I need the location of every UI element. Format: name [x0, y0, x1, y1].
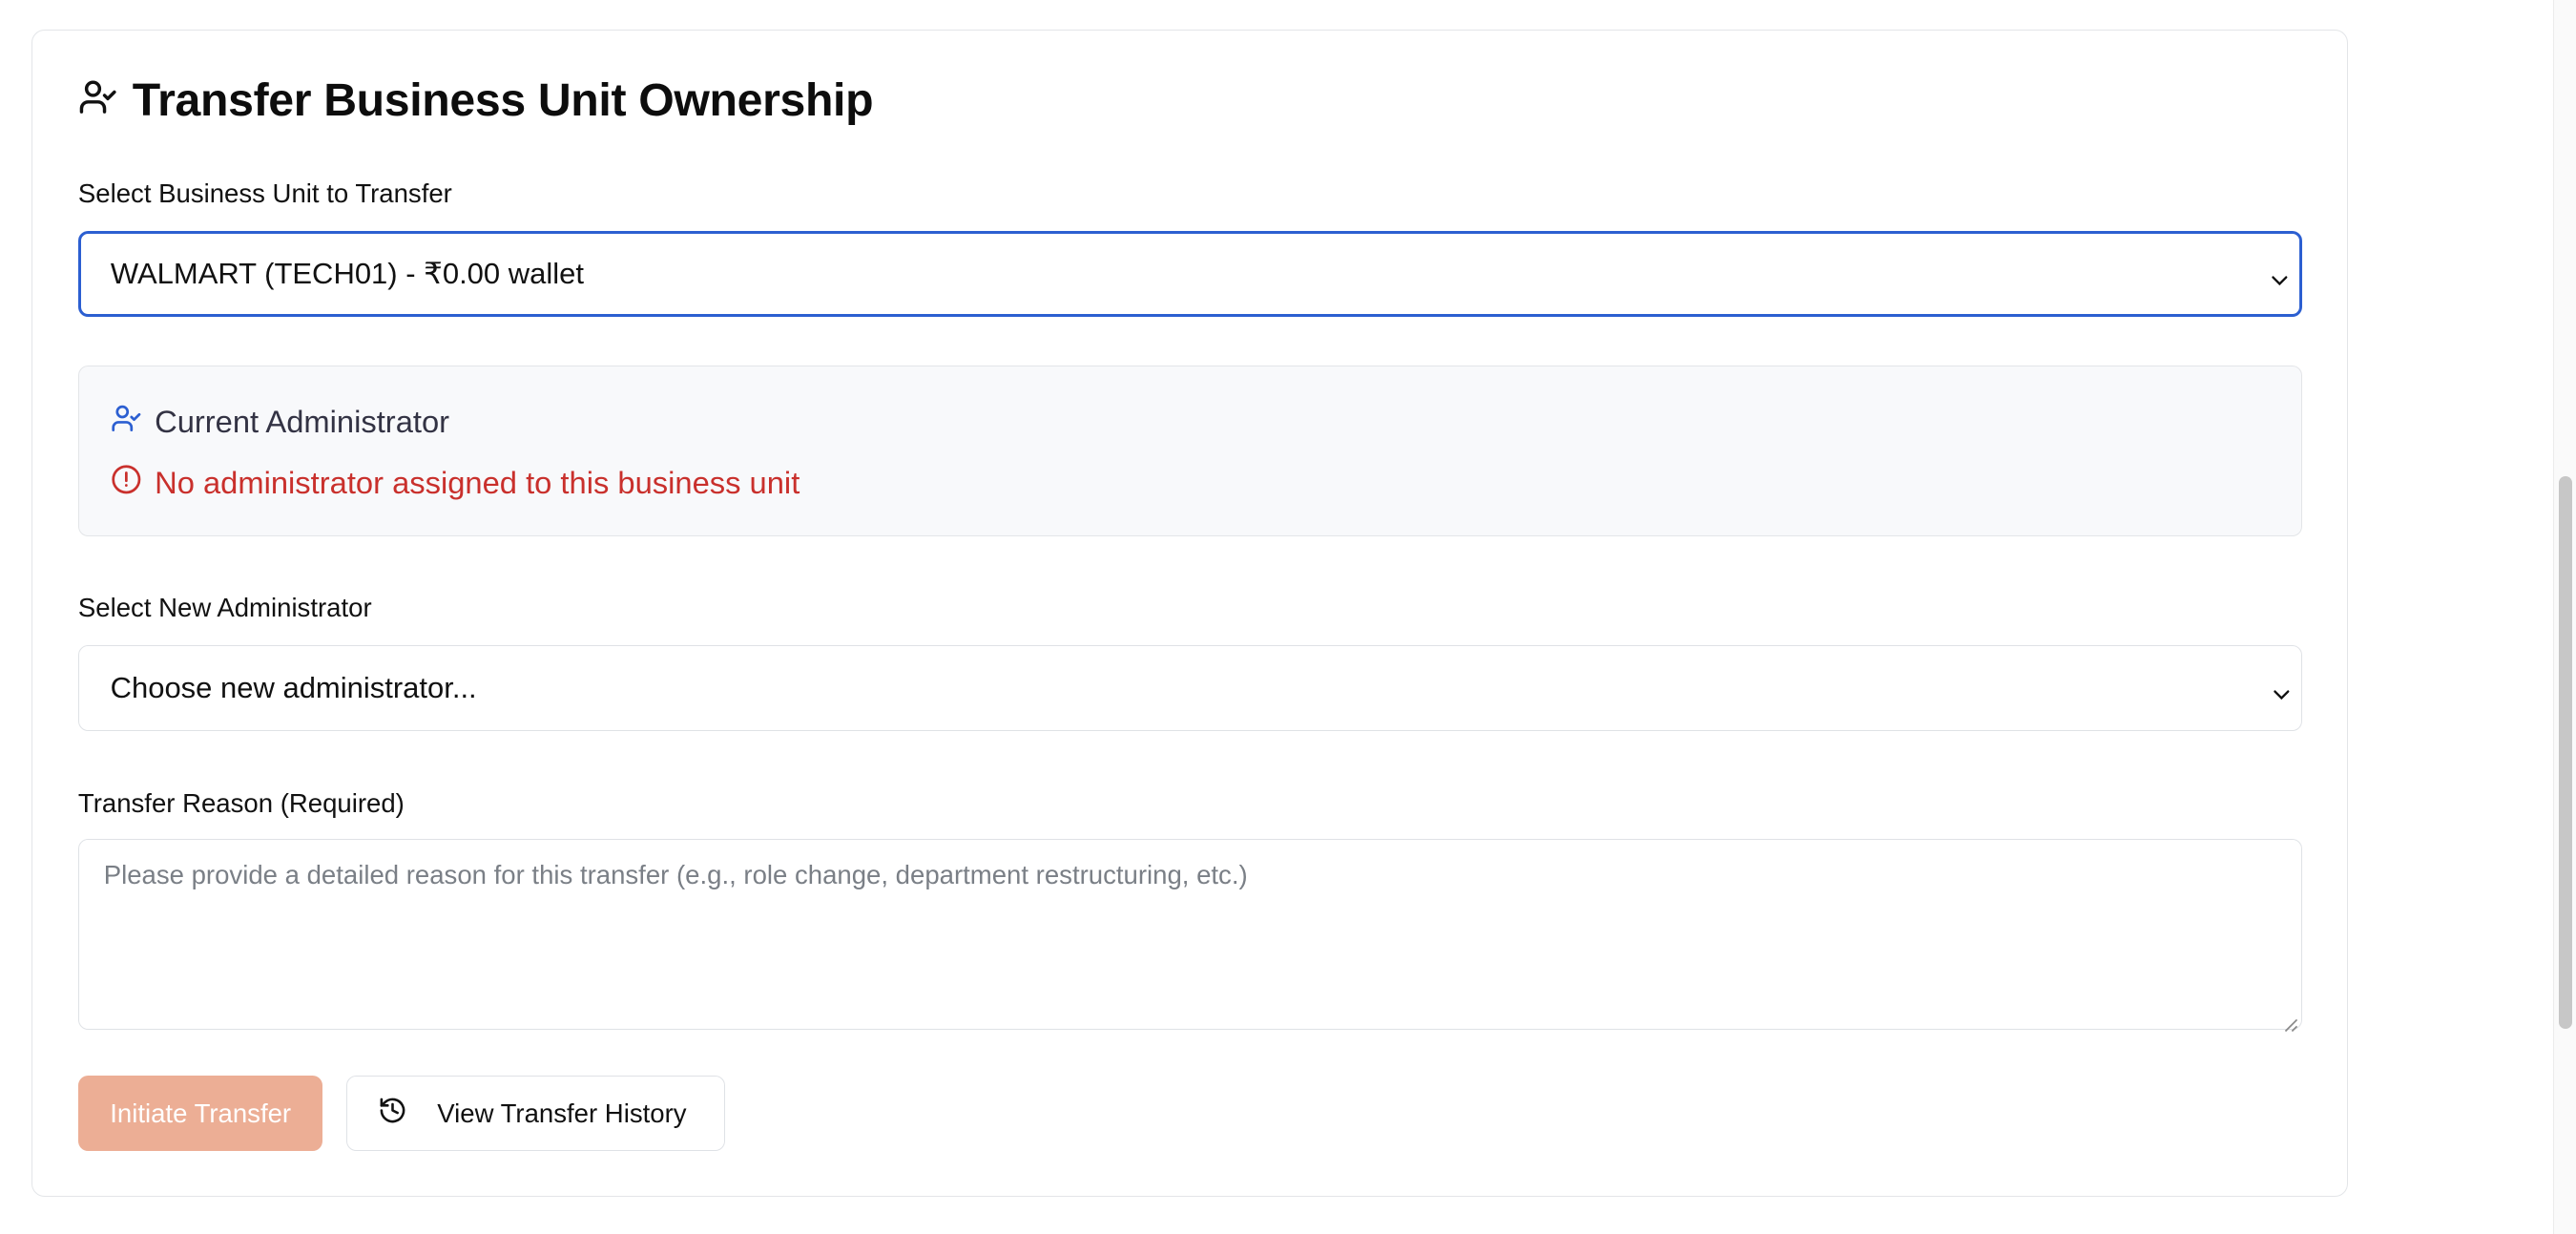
transfer-ownership-card: Transfer Business Unit Ownership Select … — [31, 29, 2348, 1197]
new-admin-selected-value: Choose new administrator... — [110, 670, 477, 704]
alert-circle-icon — [111, 464, 142, 503]
card-header: Transfer Business Unit Ownership — [78, 73, 874, 127]
user-check-icon — [111, 403, 142, 442]
current-admin-heading-text: Current Administrator — [155, 404, 450, 440]
no-admin-warning: No administrator assigned to this busine… — [111, 464, 800, 503]
view-transfer-history-label: View Transfer History — [437, 1098, 687, 1128]
no-admin-warning-text: No administrator assigned to this busine… — [155, 465, 800, 501]
business-unit-selected-value: WALMART (TECH01) - ₹0.00 wallet — [110, 256, 584, 290]
business-unit-label: Select Business Unit to Transfer — [77, 178, 452, 208]
chevron-down-icon — [2270, 263, 2290, 286]
initiate-transfer-button[interactable]: Initiate Transfer — [77, 1076, 323, 1152]
chevron-down-icon — [2272, 678, 2292, 701]
new-admin-select[interactable]: Choose new administrator... — [77, 644, 2303, 731]
transfer-reason-placeholder: Please provide a detailed reason for thi… — [103, 859, 1248, 889]
scrollbar-thumb[interactable] — [2558, 476, 2572, 1029]
user-check-icon — [78, 77, 117, 123]
current-admin-heading: Current Administrator — [111, 403, 449, 442]
page-scrollbar[interactable] — [2552, 0, 2576, 1234]
business-unit-select[interactable]: WALMART (TECH01) - ₹0.00 wallet — [77, 231, 2303, 317]
transfer-reason-label: Transfer Reason (Required) — [77, 787, 405, 818]
history-icon — [378, 1096, 407, 1132]
resize-handle-icon[interactable] — [2282, 1009, 2298, 1033]
view-transfer-history-button[interactable]: View Transfer History — [345, 1076, 726, 1152]
current-admin-panel: Current Administrator No administrator a… — [77, 366, 2303, 537]
transfer-reason-textarea[interactable]: Please provide a detailed reason for thi… — [77, 839, 2303, 1033]
page-title: Transfer Business Unit Ownership — [132, 73, 874, 126]
new-admin-label: Select New Administrator — [77, 592, 372, 622]
